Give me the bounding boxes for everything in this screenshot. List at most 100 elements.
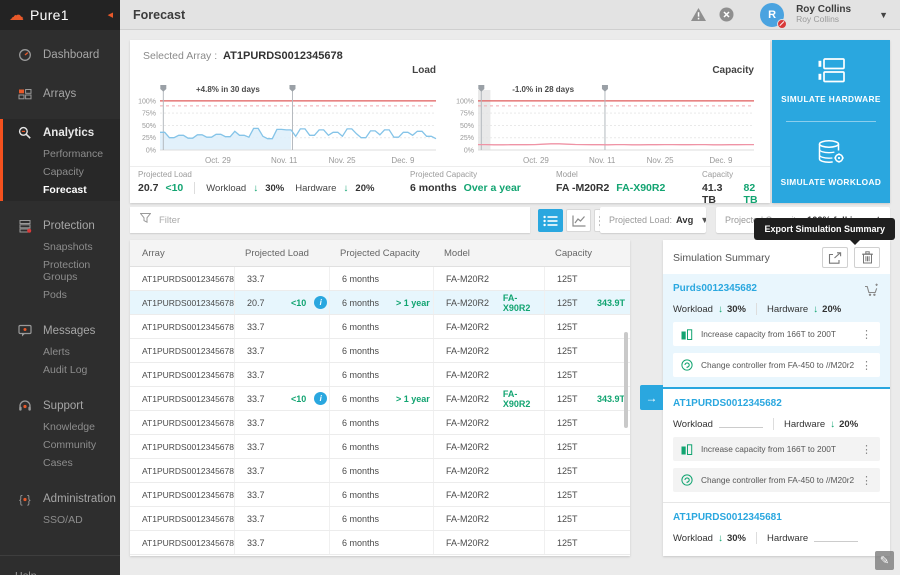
sidebar-item-protection-groups[interactable]: Protection Groups bbox=[3, 256, 120, 286]
dismiss-icon[interactable] bbox=[719, 7, 734, 22]
sidebar-item-messages[interactable]: Messages bbox=[3, 319, 120, 343]
export-button[interactable] bbox=[822, 247, 848, 268]
cell-model: FA-M20R2 bbox=[434, 267, 545, 290]
table-row[interactable]: AT1PURDS0012345678 20.7 <10 i 6 months > 1 ye… bbox=[130, 291, 630, 315]
arrow-down-icon: ↓ bbox=[830, 418, 836, 430]
chevron-down-icon[interactable]: ▼ bbox=[879, 10, 888, 20]
sidebar-section-support: Support Knowledge Community Cases bbox=[0, 392, 120, 474]
column-header-capacity[interactable]: Capacity bbox=[543, 240, 630, 266]
sidebar-item-community[interactable]: Community bbox=[3, 436, 120, 454]
capacity-simulated: 82 TB bbox=[743, 182, 758, 206]
table-row[interactable]: AT1PURDS0012345678 33.7 6 months FA-M20R2 12… bbox=[130, 483, 630, 507]
sidebar-item-analytics[interactable]: Analytics bbox=[3, 121, 120, 145]
warning-icon[interactable] bbox=[690, 7, 707, 22]
cell-model: FA-M20R2 bbox=[434, 435, 545, 458]
simulation-action[interactable]: Increase capacity from 166T to 200T ⋮ bbox=[673, 322, 880, 346]
sidebar-item-protection[interactable]: Protection bbox=[3, 214, 120, 238]
simulation-action[interactable]: Increase capacity from 166T to 200T ⋮ bbox=[673, 437, 880, 461]
summary-meta: Workload ↓ 30% Hardware ↓ 20% bbox=[673, 303, 842, 315]
simulate-panel: SIMULATE HARDWARE SIMULATE WORKLOAD bbox=[772, 40, 890, 203]
info-icon[interactable]: i bbox=[314, 392, 328, 405]
column-header-projected-capacity[interactable]: Projected Capacity bbox=[328, 240, 432, 266]
sidebar-item-alerts[interactable]: Alerts bbox=[3, 343, 120, 361]
table-row[interactable]: AT1PURDS0012345678 33.7 6 months FA-M20R2 12… bbox=[130, 363, 630, 387]
pencil-grip-icon[interactable]: ✎ bbox=[875, 551, 894, 570]
info-icon[interactable]: i bbox=[314, 296, 328, 309]
kebab-menu-icon[interactable]: ⋮ bbox=[861, 359, 872, 372]
sidebar-item-administration[interactable]: {} Administration bbox=[3, 487, 120, 511]
avatar-status-badge bbox=[777, 18, 788, 29]
table-row[interactable]: AT1PURDS0012345678 33.7 6 months FA-M20R2 12… bbox=[130, 315, 630, 339]
summary-array-link[interactable]: AT1PURDS0012345682 bbox=[673, 398, 880, 409]
table-row[interactable]: AT1PURDS0012345678 33.7 6 months FA-M20R2 12… bbox=[130, 339, 630, 363]
collapse-icon[interactable]: ◀ bbox=[108, 11, 113, 19]
table-row[interactable]: AT1PURDS0012345678 33.7 6 months FA-M20R2 12… bbox=[130, 411, 630, 435]
table-row[interactable]: AT1PURDS0012345678 33.7 6 months FA-M20R2 12… bbox=[130, 459, 630, 483]
cell-capacity: 125T bbox=[557, 489, 578, 500]
arrow-down-icon: ↓ bbox=[717, 303, 723, 315]
sidebar-section-dashboard: Dashboard bbox=[0, 41, 120, 69]
table-row[interactable]: AT1PURDS0012345678 33.7 6 months FA-M20R2 12… bbox=[130, 267, 630, 291]
cell-model: FA-M20R2 bbox=[434, 315, 545, 338]
cell-projected-load: 33.7 bbox=[235, 339, 330, 362]
svg-text:0%: 0% bbox=[146, 148, 156, 155]
stat-capacity: Capacity 41.3 TB 82 TB bbox=[702, 170, 770, 206]
kebab-menu-icon[interactable]: ⋮ bbox=[861, 328, 872, 341]
sidebar-item-help[interactable]: Help bbox=[0, 555, 120, 575]
sidebar-item-dashboard[interactable]: Dashboard bbox=[3, 43, 120, 67]
divider bbox=[755, 532, 757, 544]
sidebar-item-cases[interactable]: Cases bbox=[3, 454, 120, 472]
support-icon bbox=[18, 399, 33, 413]
table-scrollbar[interactable] bbox=[624, 332, 628, 428]
sidebar-item-audit-log[interactable]: Audit Log bbox=[3, 361, 120, 379]
chart-view-toggle[interactable] bbox=[566, 209, 591, 232]
table-row[interactable]: AT1PURDS0012345678 33.7 <10 i 6 months > 1 ye… bbox=[130, 387, 630, 411]
simulation-action[interactable]: Change controller from FA-450 to //M20r2… bbox=[673, 353, 880, 377]
kebab-menu-icon[interactable]: ⋮ bbox=[861, 443, 872, 456]
filter-input[interactable] bbox=[159, 214, 530, 226]
simulate-workload-icon bbox=[815, 139, 847, 169]
sidebar-item-arrays[interactable]: Arrays bbox=[3, 82, 120, 106]
summary-array-link[interactable]: Purds0012345682 bbox=[673, 283, 880, 294]
list-view-toggle[interactable] bbox=[538, 209, 563, 232]
forecast-table: Array Projected Load Projected Capacity Mod… bbox=[130, 240, 630, 556]
simulation-action[interactable]: Change controller from FA-450 to //M20r2… bbox=[673, 468, 880, 492]
simulate-hardware-icon bbox=[815, 57, 847, 86]
sidebar-item-snapshots[interactable]: Snapshots bbox=[3, 238, 120, 256]
sidebar-item-support[interactable]: Support bbox=[3, 394, 120, 418]
column-header-array[interactable]: Array bbox=[130, 240, 233, 266]
capacity-chart-svg[interactable]: 0% 25% 50% 75% 100% -1.0% in 28 days Oct. 29 No… bbox=[448, 78, 766, 171]
avatar[interactable]: R bbox=[760, 2, 788, 29]
svg-text:Dec. 9: Dec. 9 bbox=[709, 156, 733, 165]
selected-array-value: AT1PURDS0012345678 bbox=[223, 50, 343, 62]
simulate-hardware-button[interactable]: SIMULATE HARDWARE bbox=[772, 40, 890, 121]
sidebar-item-forecast[interactable]: Forecast bbox=[3, 181, 120, 199]
load-chart-svg[interactable]: 0% 25% 50% 75% 100% +4.8% in 30 days Oct. 29 No… bbox=[130, 78, 448, 171]
selected-array: Selected Array : AT1PURDS0012345678 bbox=[130, 40, 770, 62]
delete-button[interactable] bbox=[854, 247, 880, 268]
column-header-projected-load[interactable]: Projected Load bbox=[233, 240, 328, 266]
table-row[interactable]: AT1PURDS0012345678 33.7 6 months FA-M20R2 12… bbox=[130, 435, 630, 459]
expand-summary-button[interactable]: → bbox=[640, 385, 663, 410]
load-chart: Load 0% 25% 50% 75% 100% +4.8% in 30 days Oct.… bbox=[130, 62, 448, 176]
cell-model: FA-M20R2 bbox=[434, 411, 545, 434]
summary-array-link[interactable]: AT1PURDS0012345681 bbox=[673, 512, 880, 523]
load-chart-title: Load bbox=[412, 65, 436, 76]
sidebar-section-arrays: Arrays bbox=[0, 80, 120, 108]
divider bbox=[194, 182, 196, 194]
capacity-chart-title: Capacity bbox=[712, 65, 754, 76]
sidebar-item-sso-ad[interactable]: SSO/AD bbox=[3, 511, 120, 529]
svg-text:Nov. 25: Nov. 25 bbox=[329, 156, 357, 165]
kebab-menu-icon[interactable]: ⋮ bbox=[861, 474, 872, 487]
svg-text:Oct. 29: Oct. 29 bbox=[523, 156, 549, 165]
table-row[interactable]: AT1PURDS0012345678 33.7 6 months FA-M20R2 12… bbox=[130, 507, 630, 531]
sidebar-item-capacity[interactable]: Capacity bbox=[3, 163, 120, 181]
simulate-workload-button[interactable]: SIMULATE WORKLOAD bbox=[772, 122, 890, 203]
sidebar-item-knowledge[interactable]: Knowledge bbox=[3, 418, 120, 436]
column-header-model[interactable]: Model bbox=[432, 240, 543, 266]
table-row[interactable]: AT1PURDS0012345678 33.7 6 months FA-M20R2 12… bbox=[130, 531, 630, 555]
sidebar-item-pods[interactable]: Pods bbox=[3, 286, 120, 304]
projected-load-dropdown[interactable]: Projected Load: Avg ▼ bbox=[600, 207, 706, 233]
cart-icon[interactable] bbox=[864, 283, 880, 302]
sidebar-item-performance[interactable]: Performance bbox=[3, 145, 120, 163]
